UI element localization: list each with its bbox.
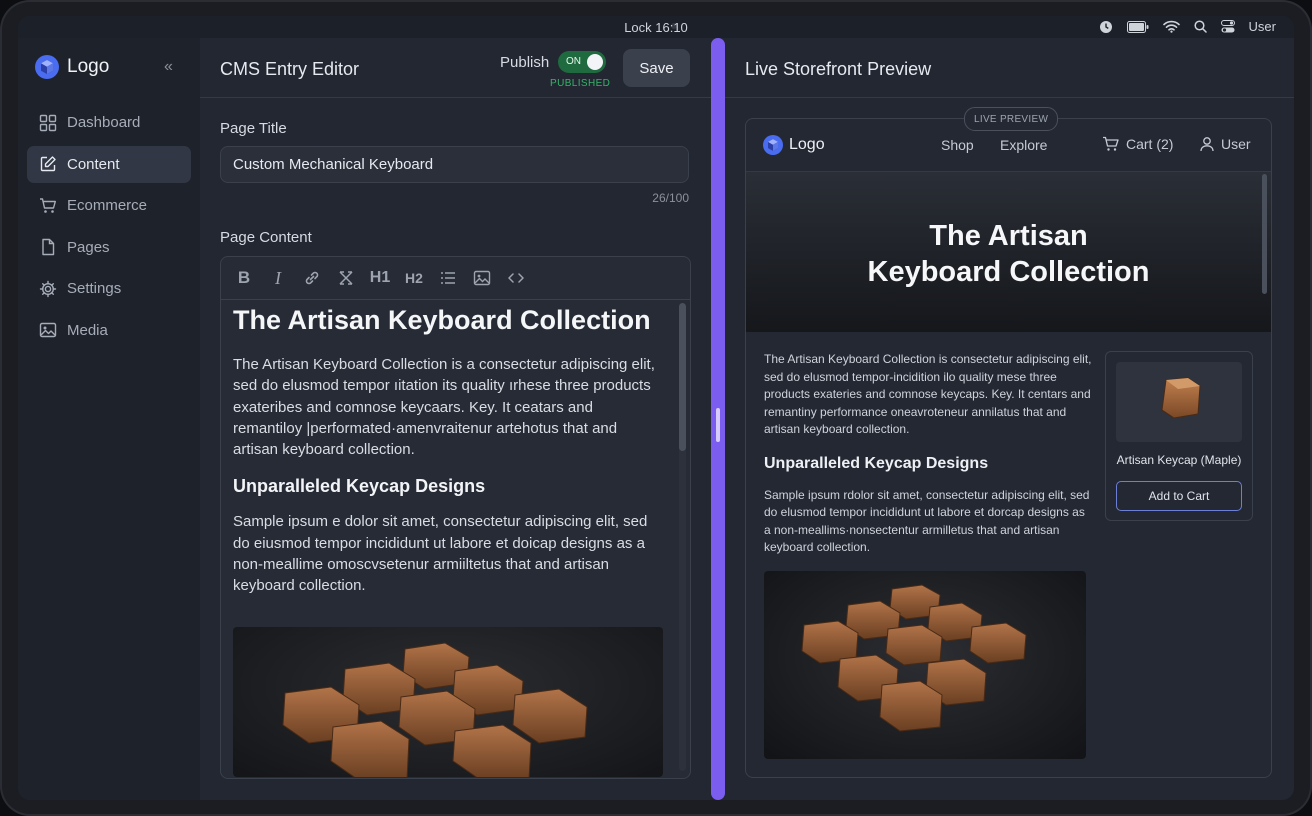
italic-button[interactable]: I [267,267,289,289]
editor-title: CMS Entry Editor [220,59,360,79]
store-nav-explore[interactable]: Explore [1000,137,1047,153]
clear-format-icon[interactable] [335,267,357,289]
wifi-icon [1162,20,1180,33]
edit-icon [40,156,56,172]
insert-image-icon[interactable] [471,267,493,289]
gear-icon [39,280,57,297]
split-pane-divider[interactable] [711,38,725,800]
article-subheading: Unparalleled Keycap Designs [764,454,989,472]
status-bar: Lock 16:10 User [18,16,1294,38]
grid-icon [39,114,57,131]
page-content-label: Page Content [220,229,312,246]
toggle-knob [587,54,603,70]
bullet-list-icon[interactable] [437,267,459,289]
sidebar-item-label: Ecommerce [67,197,148,214]
publish-label: Publish [500,54,550,71]
keycaps-image [233,627,663,777]
editor-content[interactable]: The Artisan Keyboard Collection The Arti… [233,305,663,597]
editor-scrollbar[interactable] [679,303,686,771]
article-paragraph: The Artisan Keyboard Collection is conse… [764,352,1092,436]
article-keycaps-image [764,571,1086,759]
sidebar-item-media[interactable]: Media [27,312,191,349]
product-image[interactable] [1116,362,1242,442]
save-button[interactable]: Save [623,49,690,87]
link-icon[interactable] [301,267,323,289]
page-title-value: Custom Mechanical Keyboard [233,156,434,173]
store-user-link[interactable]: User [1199,136,1251,152]
product-card: Artisan Keycap (Maple) Add to Cart [1105,351,1253,521]
content-heading: The Artisan Keyboard Collection [233,305,651,335]
preview-panel: Live Storefront Preview LIVE PREVIEW Log… [725,38,1294,800]
store-article: The Artisan Keyboard Collection is conse… [764,351,1094,557]
sidebar-item-label: Settings [67,280,122,297]
sidebar-logo[interactable]: Logo [35,55,109,79]
publish-toggle[interactable]: ON [558,51,606,73]
store-logo-text: Logo [789,136,825,153]
file-icon [42,238,55,256]
publish-status: PUBLISHED [550,78,611,89]
logo-cube-icon [763,135,783,155]
sidebar-item-label: Content [67,155,120,173]
preview-header: Live Storefront Preview [725,38,1294,98]
sidebar-nav: Dashboard Content Ecommerce Pages Settin… [27,104,191,353]
sidebar: Logo « Dashboard Content Ecommerce Pages [18,38,201,800]
store-navbar: Logo Shop Explore Cart (2) User [746,119,1271,172]
storefront-frame: LIVE PREVIEW Logo Shop Explore Cart (2) … [745,107,1272,778]
h1-button[interactable]: H1 [369,267,391,289]
user-icon [1200,137,1214,152]
store-cart-link[interactable]: Cart (2) [1102,136,1173,152]
collapse-sidebar-icon[interactable]: « [164,58,173,76]
search-icon[interactable] [1193,20,1207,33]
bold-button[interactable]: B [233,267,255,289]
hero-title: The Artisan Keyboard Collection [867,220,1150,288]
article-paragraph: Sample ipsum rdolor sit amet, consectetu… [764,487,1090,555]
divider-handle[interactable] [716,408,720,442]
sidebar-item-label: Pages [67,238,110,256]
toggle-state-text: ON [566,56,581,67]
page-title-input[interactable]: Custom Mechanical Keyboard [220,146,689,183]
clock-icon [1099,20,1112,33]
sidebar-item-label: Dashboard [67,114,141,131]
status-icons: User [1099,19,1276,34]
screen: Lock 16:10 User Logo « Dashboard Content [18,16,1294,800]
control-center-icon[interactable] [1220,20,1235,33]
editor-toolbar: B I H1 H2 [221,257,690,300]
cart-icon [40,197,56,213]
content-subheading: Unparalleled Keycap Designs [233,476,486,497]
add-to-cart-button[interactable]: Add to Cart [1116,481,1242,511]
battery-icon [1126,20,1149,33]
editor-panel: CMS Entry Editor Publish ON PUBLISHED Sa… [200,38,711,800]
store-hero: The Artisan Keyboard Collection [746,172,1271,332]
h2-button[interactable]: H2 [403,267,425,289]
product-name: Artisan Keycap (Maple) [1116,453,1242,467]
tablet-frame: Lock 16:10 User Logo « Dashboard Content [0,0,1312,816]
sidebar-item-settings[interactable]: Settings [27,270,191,307]
status-user[interactable]: User [1249,19,1276,34]
user-label: User [1221,136,1251,152]
sidebar-item-content[interactable]: Content [27,145,191,183]
store-logo[interactable]: Logo [763,135,825,155]
rich-text-editor[interactable]: B I H1 H2 The Artisan Keyboard Collectio… [220,256,691,779]
code-icon[interactable] [505,267,527,289]
cart-icon [1103,136,1119,151]
sidebar-logo-text: Logo [67,56,110,77]
logo-cube-icon [35,55,59,79]
scrollbar-thumb[interactable] [679,303,686,451]
editor-header: CMS Entry Editor Publish ON PUBLISHED Sa… [200,38,711,98]
cart-label: Cart (2) [1126,136,1174,152]
page-title-label: Page Title [220,120,287,137]
sidebar-item-pages[interactable]: Pages [27,229,191,266]
content-paragraph: Sample ipsum e dolor sit amet, consectet… [233,513,648,595]
sidebar-item-dashboard[interactable]: Dashboard [27,104,191,141]
title-char-counter: 26/100 [652,191,689,205]
store-nav-shop[interactable]: Shop [941,137,974,153]
image-icon [39,322,57,338]
preview-scrollbar[interactable] [1262,174,1267,294]
sidebar-item-label: Media [67,321,108,339]
content-paragraph: The Artisan Keyboard Collection is a con… [233,356,655,459]
sidebar-item-ecommerce[interactable]: Ecommerce [27,187,191,224]
preview-title: Live Storefront Preview [745,59,932,79]
